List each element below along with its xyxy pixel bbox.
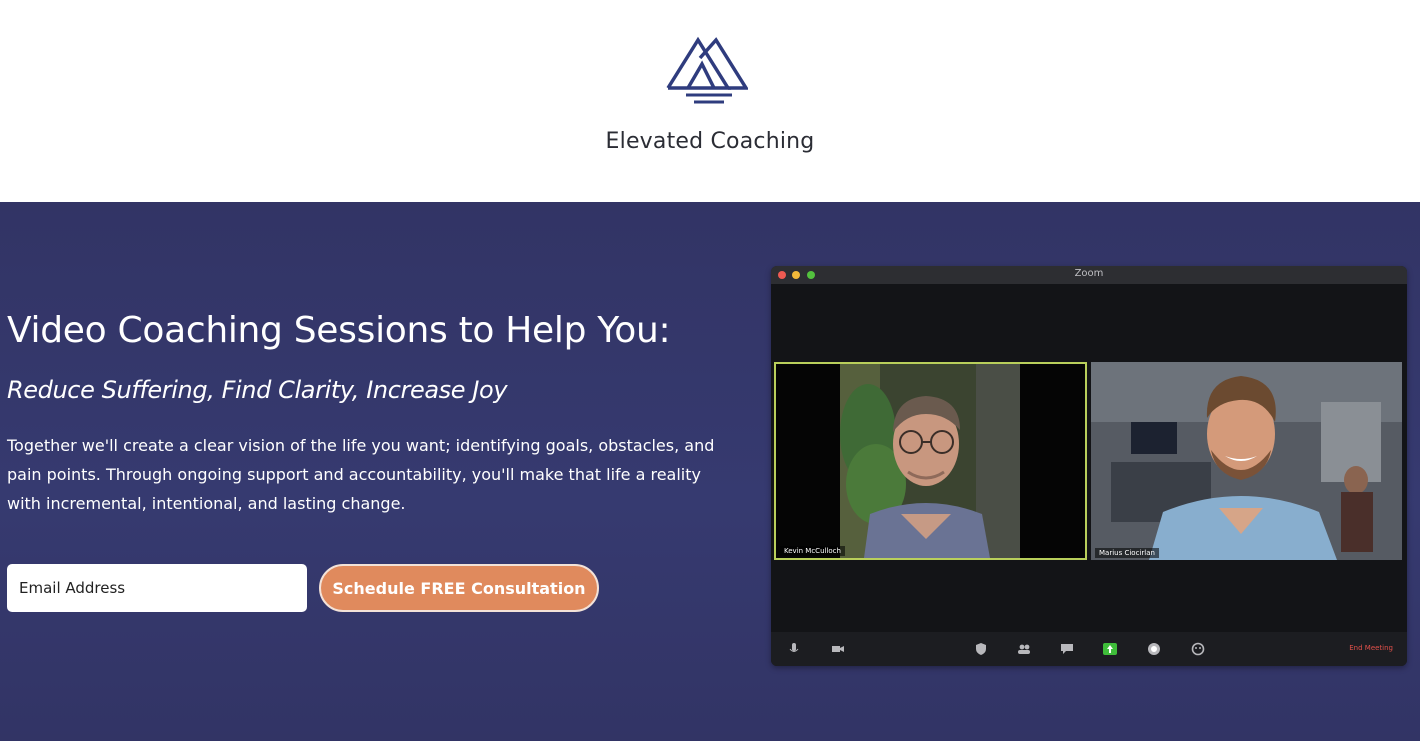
zoom-call-image: Zoom Kevin McCulloch Marius Ciocirlan En… (771, 266, 1407, 666)
hero-description: Together we'll create a clear vision of … (7, 436, 715, 513)
participant-video (776, 364, 1085, 558)
participants-icon (1018, 644, 1030, 654)
mic-icon (789, 643, 799, 652)
participant-video-tile: Kevin McCulloch (774, 362, 1087, 560)
reactions-icon (1191, 642, 1205, 656)
end-meeting-label: End Meeting (1349, 644, 1393, 652)
brand-name: Elevated Coaching (605, 129, 815, 154)
video-stage: Kevin McCulloch Marius Ciocirlan (771, 284, 1407, 632)
zoom-window-title: Zoom (1074, 268, 1104, 279)
hero-subhead: Reduce Suffering, Find Clarity, Increase… (7, 376, 508, 404)
security-icon (976, 643, 986, 655)
participant-video-tile: Marius Ciocirlan (1091, 362, 1402, 560)
zoom-toolbar: End Meeting (771, 632, 1407, 666)
share-screen-icon (1103, 643, 1117, 655)
mountain-logo-icon[interactable] (666, 36, 748, 106)
hero-section: Video Coaching Sessions to Help You: Red… (0, 202, 1420, 741)
zoom-titlebar: Zoom (771, 266, 1407, 284)
site-header: Elevated Coaching (0, 0, 1420, 202)
chat-icon (1061, 644, 1073, 654)
hero-headline: Video Coaching Sessions to Help You: (7, 310, 671, 351)
record-icon (1148, 643, 1160, 655)
schedule-consultation-button[interactable]: Schedule FREE Consultation (319, 564, 599, 612)
participant-name-tag: Kevin McCulloch (780, 546, 845, 556)
participant-video (1091, 362, 1402, 560)
video-icon (832, 646, 844, 652)
email-input[interactable] (7, 564, 307, 612)
participant-name-tag: Marius Ciocirlan (1095, 548, 1159, 558)
